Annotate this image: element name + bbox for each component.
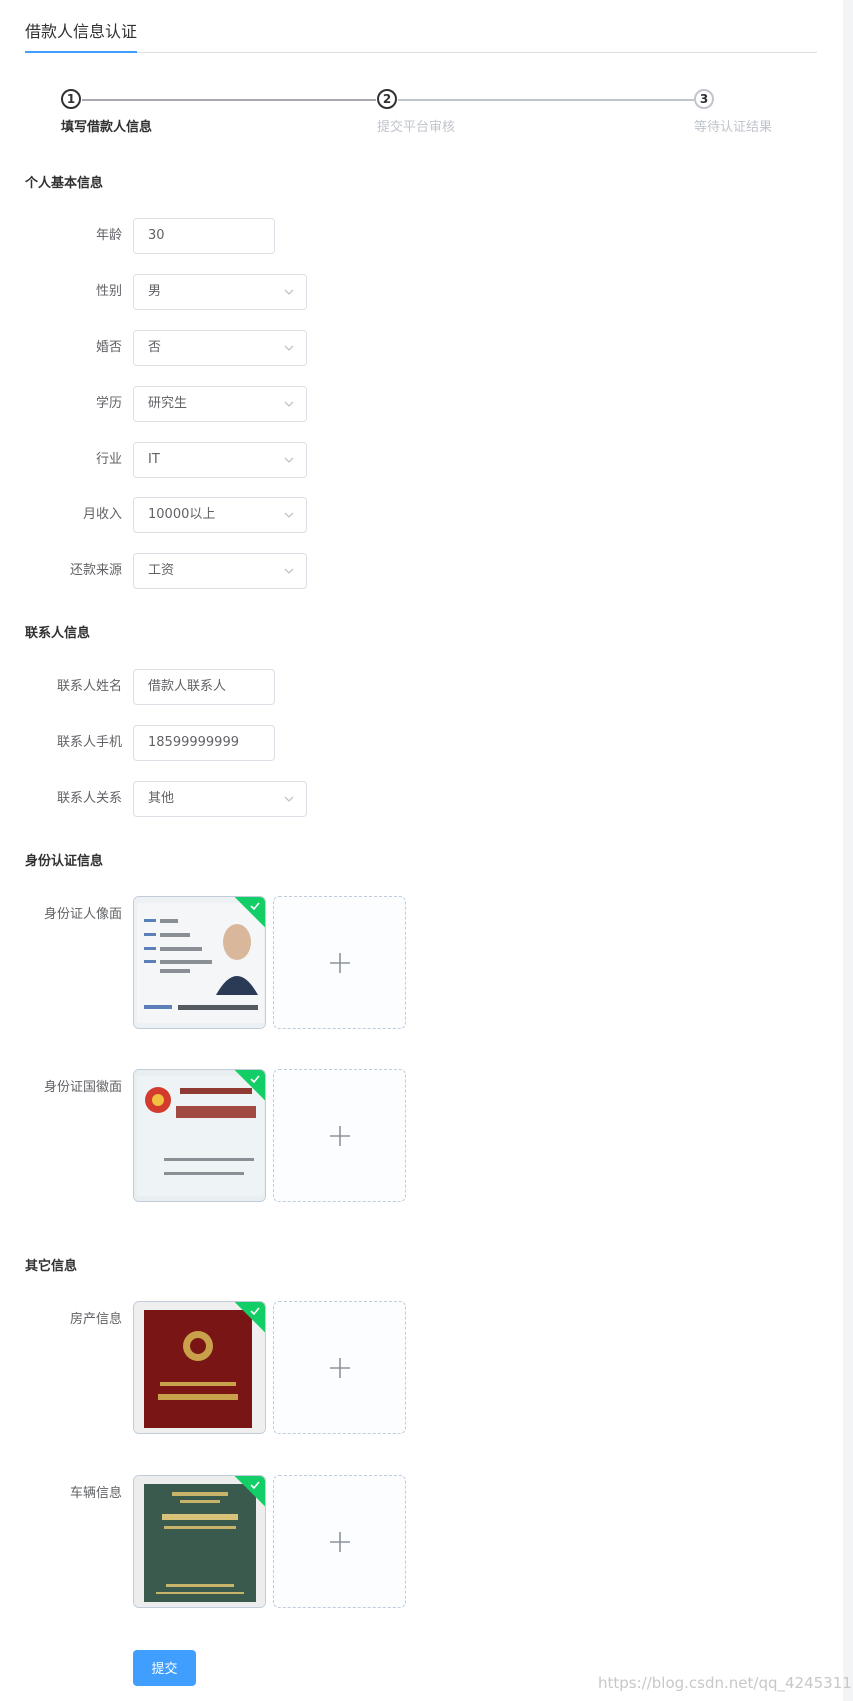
house-upload-button[interactable] (273, 1301, 406, 1434)
section-title-identity: 身份认证信息 (25, 854, 104, 869)
step-connector-2 (398, 99, 694, 101)
id-back-thumbnail[interactable] (133, 1069, 266, 1202)
married-value: 否 (148, 340, 162, 355)
step-1-title: 填写借款人信息 (61, 120, 153, 135)
id-back-upload-button[interactable] (273, 1069, 406, 1202)
page: 借款人信息认证 1 填写借款人信息 2 提交平台审核 3 等待认证结果 个人基本… (0, 0, 853, 1701)
id-card-front-image (134, 897, 265, 1028)
repayment-value: 工资 (148, 563, 175, 578)
submit-button[interactable]: 提交 (133, 1650, 196, 1686)
watermark: https://blog.csdn.net/qq_42453117 (598, 1674, 853, 1692)
repayment-select[interactable]: 工资 (133, 553, 307, 589)
gender-select[interactable]: 男 (133, 274, 307, 310)
step-3-icon: 3 (694, 89, 714, 109)
plus-icon (330, 953, 350, 973)
step-2-icon: 2 (377, 89, 397, 109)
vehicle-thumbnail[interactable] (133, 1475, 266, 1608)
contact-relation-select[interactable]: 其他 (133, 781, 307, 817)
progress-steps: 1 填写借款人信息 2 提交平台审核 3 等待认证结果 (0, 0, 853, 140)
check-icon (250, 902, 260, 911)
contact-name-label: 联系人姓名 (56, 679, 122, 694)
chevron-down-icon (284, 568, 294, 574)
gender-label: 性别 (95, 284, 122, 299)
id-front-thumbnail[interactable] (133, 896, 266, 1029)
industry-select[interactable]: IT (133, 442, 307, 478)
id-front-upload-button[interactable] (273, 896, 406, 1029)
section-title-basic: 个人基本信息 (25, 176, 104, 191)
repayment-label: 还款来源 (69, 563, 122, 578)
contact-relation-label: 联系人关系 (56, 791, 122, 806)
step-1-icon: 1 (61, 89, 81, 109)
chevron-down-icon (284, 401, 294, 407)
income-select[interactable]: 10000以上 (133, 497, 307, 533)
age-input[interactable]: 30 (133, 218, 275, 254)
education-label: 学历 (95, 396, 122, 411)
contact-relation-value: 其他 (148, 791, 175, 806)
industry-label: 行业 (95, 452, 122, 467)
section-title-contact: 联系人信息 (25, 626, 91, 641)
vehicle-upload-button[interactable] (273, 1475, 406, 1608)
plus-icon (330, 1358, 350, 1378)
gender-value: 男 (148, 284, 162, 299)
section-title-other: 其它信息 (25, 1259, 78, 1274)
income-label: 月收入 (82, 507, 122, 522)
industry-value: IT (148, 452, 160, 467)
contact-phone-label: 联系人手机 (56, 735, 122, 750)
house-label: 房产信息 (69, 1312, 122, 1327)
check-icon (250, 1075, 260, 1084)
chevron-down-icon (284, 457, 294, 463)
chevron-down-icon (284, 796, 294, 802)
step-2-title: 提交平台审核 (377, 120, 456, 135)
scrollbar-track[interactable] (843, 0, 853, 1701)
chevron-down-icon (284, 345, 294, 351)
chevron-down-icon (284, 512, 294, 518)
plus-icon (330, 1532, 350, 1552)
id-back-label: 身份证国徽面 (43, 1080, 122, 1095)
vehicle-label: 车辆信息 (69, 1486, 122, 1501)
married-label: 婚否 (95, 340, 122, 355)
education-value: 研究生 (148, 396, 188, 411)
check-icon (250, 1481, 260, 1490)
step-3-title: 等待认证结果 (694, 120, 773, 135)
education-select[interactable]: 研究生 (133, 386, 307, 422)
id-card-back-image (134, 1070, 265, 1201)
income-value: 10000以上 (148, 507, 216, 522)
house-thumbnail[interactable] (133, 1301, 266, 1434)
step-connector-1 (82, 99, 376, 101)
id-front-label: 身份证人像面 (43, 907, 122, 922)
property-certificate-image (134, 1302, 265, 1433)
plus-icon (330, 1126, 350, 1146)
age-label: 年龄 (95, 228, 122, 243)
chevron-down-icon (284, 289, 294, 295)
vehicle-certificate-image (134, 1476, 265, 1607)
contact-phone-input[interactable]: 18599999999 (133, 725, 275, 761)
check-icon (250, 1307, 260, 1316)
contact-name-input[interactable]: 借款人联系人 (133, 669, 275, 705)
married-select[interactable]: 否 (133, 330, 307, 366)
